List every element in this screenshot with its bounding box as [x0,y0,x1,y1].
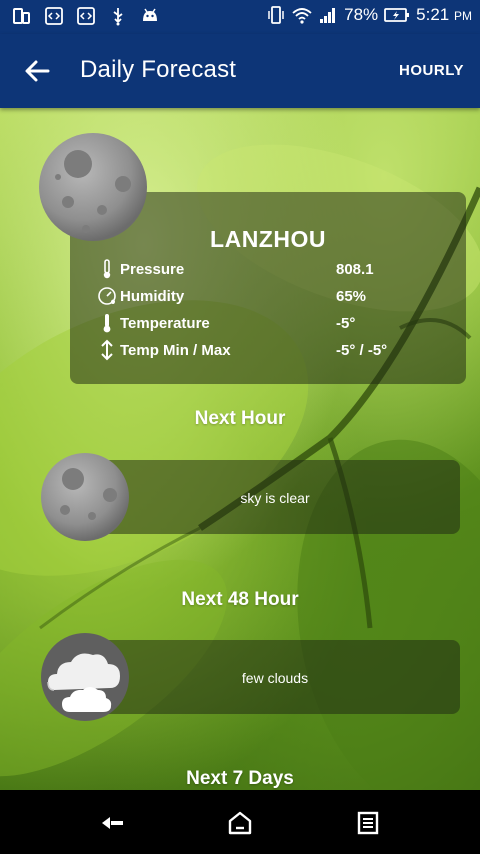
back-arrow-icon[interactable] [22,56,52,86]
thermometer-icon [103,259,111,279]
section-next-hour: Next Hour [194,408,286,429]
moon-icon [41,453,129,541]
stat-label: Humidity [120,288,185,305]
wifi-icon [292,8,312,24]
page-title: Daily Forecast [80,56,237,83]
stat-temp-min-max: Temp Min / Max -5° / -5° [96,339,456,363]
code-icon [45,7,63,25]
stat-value: 808.1 [336,261,374,278]
section-next-7-days: Next 7 Days [186,768,294,789]
android-icon [143,8,157,21]
clock: 5:21 PM [416,5,472,25]
app-bar: Daily Forecast HOURLY [0,34,480,108]
stat-pressure: Pressure 808.1 [96,258,456,282]
forecast-description: sky is clear [240,490,310,506]
usb-icon [113,8,123,26]
thermometer-icon [103,314,111,333]
nav-recents-icon[interactable] [353,808,383,838]
forecast-content[interactable]: LANZHOU Pressure 808.1 Humidity 65% Temp… [0,108,480,790]
vertical-arrows-icon [101,339,113,361]
battery-percent: 78% [344,5,379,24]
status-bar: 78% 5:21 PM [0,0,480,34]
stat-value: -5° / -5° [336,342,388,359]
hourly-button[interactable]: HOURLY [399,62,464,79]
battery-icon [384,8,410,22]
forecast-description: few clouds [241,670,309,686]
system-nav-bar [0,790,480,854]
vibrate-icon [268,6,284,24]
stat-label: Temp Min / Max [120,342,231,359]
signal-icon [320,8,336,23]
status-notifications [12,6,160,26]
stat-value: -5° [336,315,356,332]
device-icon [13,8,30,24]
nav-home-icon[interactable] [225,808,255,838]
forecast-card-next-hour[interactable]: sky is clear [90,460,460,534]
stat-temperature: Temperature -5° [96,312,456,336]
code-icon [77,7,95,25]
forecast-card-next-48-hour[interactable]: few clouds [90,640,460,714]
stat-humidity: Humidity 65% [96,285,456,309]
clock-time: 5:21 [416,5,450,24]
gauge-icon [98,287,116,305]
stat-value: 65% [336,288,367,305]
nav-back-icon[interactable] [98,808,128,838]
stat-label: Temperature [120,315,210,332]
stat-label: Pressure [120,261,185,278]
clock-ampm: PM [454,9,472,23]
clouds-icon [41,633,129,721]
section-next-48-hour: Next 48 Hour [181,589,299,610]
moon-icon [39,133,147,241]
status-indicators: 78% 5:21 PM [266,5,472,25]
